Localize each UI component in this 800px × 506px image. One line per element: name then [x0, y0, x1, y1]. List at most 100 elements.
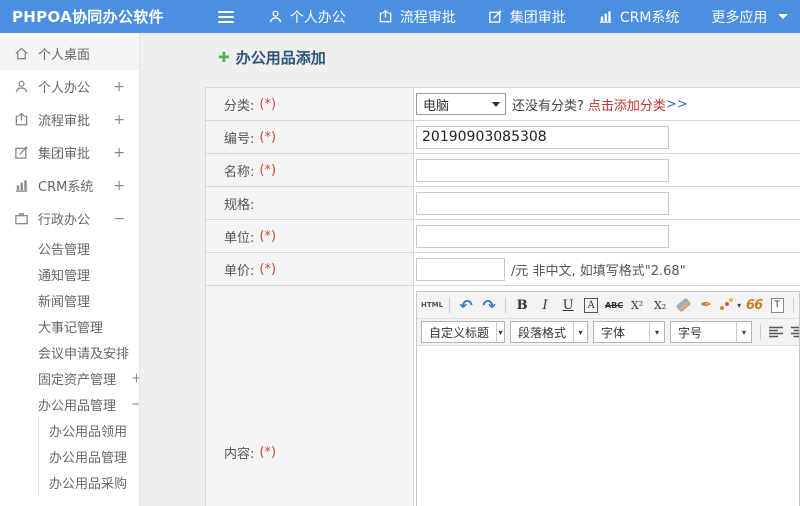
expand-toggle[interactable]: −	[131, 397, 139, 412]
align-left-icon	[769, 326, 783, 338]
sidebar: 个人桌面 个人办公 + 流程审批 + 集团审批 + CRM系统 + 行政办公 −…	[0, 33, 140, 506]
sidebar-item-personal-office[interactable]: 个人办公 +	[0, 70, 139, 103]
caret-down-icon	[492, 101, 500, 107]
sidebar-item-label: 公告管理	[38, 242, 91, 258]
sidebar-item-announcement-mgmt[interactable]: 公告管理	[0, 235, 139, 261]
edit-icon	[14, 145, 29, 160]
font-size-select-label: 字号	[678, 325, 703, 340]
nav-more-apps[interactable]: 更多应用	[711, 7, 789, 27]
edit-icon	[488, 9, 503, 24]
caret-down-icon: ▾	[573, 322, 587, 342]
toolbar-separator	[793, 297, 795, 313]
superscript-button[interactable]: X²	[627, 295, 647, 315]
eraser-icon	[675, 297, 691, 313]
add-category-link-arrows[interactable]: >>	[666, 97, 688, 112]
blockquote-button[interactable]: 66	[744, 295, 764, 315]
sidebar-item-process-approval[interactable]: 流程审批 +	[0, 103, 139, 136]
sidebar-item-admin-office[interactable]: 行政办公 −	[0, 202, 139, 235]
expand-toggle[interactable]: +	[113, 79, 125, 95]
sidebar-item-label: 固定资产管理	[38, 372, 117, 388]
font-family-select[interactable]: 字体 ▾	[593, 321, 665, 343]
remove-format-button[interactable]	[673, 295, 693, 315]
sidebar-item-office-supplies-manage[interactable]: 办公用品管理	[39, 443, 139, 469]
paragraph-select-label: 段落格式	[518, 325, 567, 340]
sidebar-item-memorabilia-mgmt[interactable]: 大事记管理	[0, 313, 139, 339]
field-value: HTML ↶ ↷ B I U A ABC X² X₂ ✒ ▾ 66 T 自定义标…	[414, 286, 800, 506]
category-select[interactable]: 电脑	[416, 93, 506, 115]
sidebar-item-news-mgmt[interactable]: 新闻管理	[0, 287, 139, 313]
redo-button[interactable]: ↷	[479, 295, 499, 315]
align-left-button[interactable]	[767, 322, 786, 342]
flow-icon	[378, 9, 393, 24]
sidebar-item-label: 办公用品领用	[49, 424, 128, 440]
label-text: 单价:	[224, 263, 255, 279]
paragraph-format-select[interactable]: 段落格式 ▾	[510, 321, 588, 343]
price-format-note: /元 非中文, 如填写格式"2.68"	[511, 263, 686, 279]
menu-toggle-icon[interactable]	[214, 7, 238, 27]
category-hint: 还没有分类?	[512, 98, 584, 114]
subscript-button[interactable]: X₂	[650, 295, 670, 315]
sidebar-item-label: 大事记管理	[38, 320, 104, 336]
name-input[interactable]	[416, 158, 669, 182]
code-input[interactable]	[416, 125, 669, 149]
spec-input[interactable]	[416, 191, 669, 215]
expand-toggle[interactable]: +	[113, 112, 125, 128]
source-code-button[interactable]: HTML	[421, 295, 443, 315]
sidebar-item-crm[interactable]: CRM系统 +	[0, 169, 139, 202]
align-center-button[interactable]	[789, 322, 799, 342]
paste-plain-button[interactable]: T	[767, 295, 787, 315]
format-brush-button[interactable]: ✒	[696, 295, 716, 315]
toolbar-separator	[760, 324, 761, 340]
sidebar-item-label: 新闻管理	[38, 294, 91, 310]
strikethrough-button[interactable]: ABC	[604, 295, 624, 315]
briefcase-icon	[14, 211, 29, 226]
sidebar-item-label: 会议申请及安排	[38, 346, 130, 362]
sidebar-item-meeting-mgmt[interactable]: 会议申请及安排 +	[0, 339, 139, 365]
symbols-button[interactable]: ▾	[719, 295, 741, 315]
sidebar-item-label: CRM系统	[38, 180, 94, 195]
undo-button[interactable]: ↶	[456, 295, 476, 315]
add-category-link[interactable]: 点击添加分类	[588, 95, 666, 114]
font-style-button[interactable]: A	[581, 295, 601, 315]
expand-toggle[interactable]: −	[113, 211, 125, 227]
bold-button[interactable]: B	[512, 295, 532, 315]
nav-crm[interactable]: CRM系统	[598, 7, 679, 27]
heading-select[interactable]: 自定义标题 ▾	[421, 321, 505, 343]
font-size-select[interactable]: 字号 ▾	[670, 321, 752, 343]
sidebar-item-office-supplies-claim[interactable]: 办公用品领用	[39, 417, 139, 443]
price-input[interactable]	[416, 257, 505, 281]
sidebar-item-group-approval[interactable]: 集团审批 +	[0, 136, 139, 169]
expand-toggle[interactable]: +	[113, 178, 125, 194]
nav-process-approval[interactable]: 流程审批	[378, 7, 456, 27]
sidebar-item-personal-desktop[interactable]: 个人桌面	[0, 37, 139, 70]
boxed-a-icon: A	[584, 297, 598, 313]
sidebar-item-office-supplies-purchase[interactable]: 办公用品采购	[39, 469, 139, 495]
paste-icon: T	[770, 297, 784, 313]
italic-button[interactable]: I	[535, 295, 555, 315]
required-marker: (*)	[259, 228, 277, 244]
sidebar-item-office-supplies-mgmt[interactable]: 办公用品管理 −	[0, 391, 139, 417]
required-marker: (*)	[259, 96, 277, 112]
form-row-price: 单价: (*) /元 非中文, 如填写格式"2.68"	[206, 253, 800, 286]
app-logo[interactable]: PHPOA协同办公软件	[12, 6, 164, 27]
app-window: PHPOA协同办公软件 个人办公 流程审批 集团审批 CRM系统 更多应用 个人…	[0, 0, 800, 506]
chart-icon	[14, 178, 29, 193]
caret-down-icon: ▾	[496, 322, 504, 342]
form-row-code: 编号: (*)	[206, 121, 800, 154]
sidebar-item-notice-mgmt[interactable]: 通知管理	[0, 261, 139, 287]
label-text: 内容:	[224, 447, 255, 462]
nav-group-approval[interactable]: 集团审批	[488, 7, 566, 27]
label-text: 名称:	[224, 164, 255, 180]
expand-toggle[interactable]: +	[131, 371, 139, 386]
unit-input[interactable]	[416, 224, 669, 248]
page-title-text: 办公用品添加	[235, 49, 326, 67]
underline-button[interactable]: U	[558, 295, 578, 315]
field-label: 名称: (*)	[206, 154, 414, 186]
label-text: 单位:	[224, 230, 255, 246]
nav-personal-office[interactable]: 个人办公	[268, 7, 346, 27]
label-text: 编号:	[224, 131, 255, 147]
caret-down-icon: ▾	[737, 300, 742, 310]
editor-content-area[interactable]	[417, 346, 799, 506]
sidebar-item-fixed-assets-mgmt[interactable]: 固定资产管理 +	[0, 365, 139, 391]
expand-toggle[interactable]: +	[113, 145, 125, 161]
